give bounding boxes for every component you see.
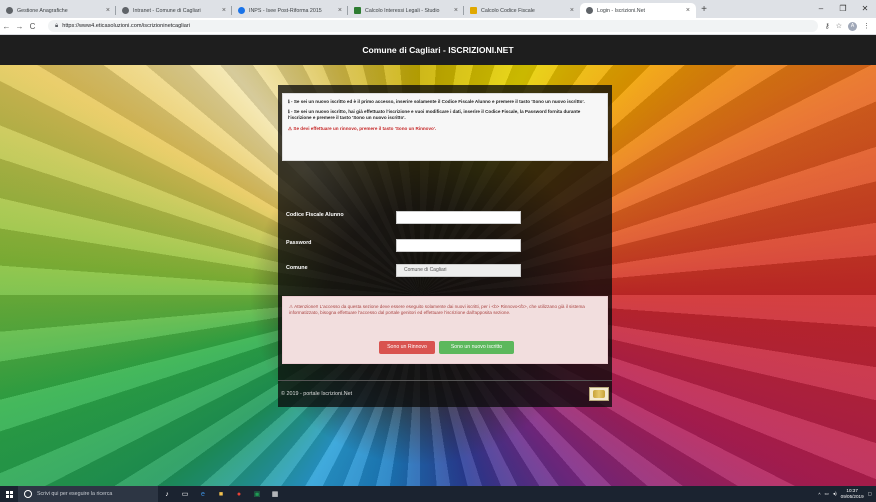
footer-divider [278,380,612,381]
close-tab-icon[interactable]: × [686,7,690,14]
cortana-icon [24,490,32,498]
page-header: Comune di Cagliari - ISCRIZIONI.NET [0,35,876,65]
back-icon[interactable]: ← [0,22,13,31]
volume-icon[interactable]: ◂) [833,491,837,497]
globe-icon [6,7,13,14]
password-label: Password [286,240,312,246]
rinnovo-button[interactable]: Sono un Rinnovo [379,341,435,354]
browser-toolbar: ← → C 🔒︎ https://www4.eticasoluzioni.com… [0,18,876,35]
browser-tab-strip: Gestione Anagrafiche × Intranet - Comune… [0,0,876,18]
web-page: Comune di Cagliari - ISCRIZIONI.NET ℹ - … [0,35,876,486]
close-tab-icon[interactable]: × [570,7,574,14]
codice-fiscale-label: Codice Fiscale Alunno [286,212,344,218]
tab-inps[interactable]: INPS - Isee Post-Riforma 2015 × [232,3,348,18]
globe-icon [586,7,593,14]
maximize-icon[interactable]: ❐ [832,0,854,18]
calculator-icon [354,7,361,14]
minimize-icon[interactable]: – [810,0,832,18]
profile-avatar[interactable]: A [848,21,857,31]
forward-icon[interactable]: → [13,22,26,31]
task-view-icon[interactable]: ▭ [176,490,194,498]
windows-start-icon[interactable] [0,486,18,502]
tab-login-iscrizioni[interactable]: Login - Iscrizioni.Net × [580,3,696,18]
clock-date: 09/05/2019 [840,494,864,499]
reload-icon[interactable]: C [26,22,39,31]
new-student-button[interactable]: Sono un nuovo iscritto [439,341,514,354]
tab-intranet[interactable]: Intranet - Comune di Cagliari × [116,3,232,18]
menu-icon[interactable]: ⋮ [863,22,870,30]
network-icon[interactable]: ▭ [824,491,828,497]
tab-title: Calcolo Interessi Legali - Studio [365,7,440,14]
tab-gestione-anagrafiche[interactable]: Gestione Anagrafiche × [0,3,116,18]
microphone-icon[interactable]: ♪ [158,491,176,498]
inps-icon [238,7,245,14]
taskbar-search[interactable]: Scrivi qui per eseguire la ricerca [18,486,158,502]
codice-fiscale-input[interactable] [396,211,521,224]
password-input[interactable] [396,239,521,252]
tab-title: INPS - Isee Post-Riforma 2015 [249,7,322,14]
file-explorer-icon[interactable]: ■ [212,491,230,498]
tray-chevron-icon[interactable]: ^ [818,492,820,497]
excel-icon[interactable]: ▣ [248,490,266,498]
new-tab-button[interactable]: + [696,3,712,18]
login-panel: ℹ - Se sei un nuovo iscritto ed è il pri… [278,85,612,407]
key-icon[interactable]: ⚷ [825,22,830,30]
close-tab-icon[interactable]: × [454,7,458,14]
info-line-new: ℹ - Se sei un nuovo iscritto ed è il pri… [288,99,585,104]
url-text: https://www4.eticasoluzioni.com/iscrizio… [62,23,190,29]
close-tab-icon[interactable]: × [106,7,110,14]
windows-taskbar: Scrivi qui per eseguire la ricerca ♪ ▭ e… [0,486,876,502]
tab-title: Login - Iscrizioni.Net [597,7,645,14]
alert-text: ⚠ Attenzione!! L'accesso da questa sezio… [289,304,585,316]
tab-title: Calcolo Codice Fiscale [481,7,535,14]
window-controls: – ❐ ✕ [810,0,876,18]
address-bar[interactable]: 🔒︎ https://www4.eticasoluzioni.com/iscri… [48,20,818,32]
comune-crest-logo [589,387,609,401]
close-window-icon[interactable]: ✕ [854,0,876,18]
notifications-icon[interactable]: ▢ [868,491,872,497]
calculator-icon[interactable]: ▦ [266,490,284,498]
comune-label: Comune [286,265,308,271]
tab-title: Intranet - Comune di Cagliari [133,7,201,14]
globe-icon [122,7,129,14]
tab-codice-fiscale[interactable]: Calcolo Codice Fiscale × [464,3,580,18]
info-box: ℹ - Se sei un nuovo iscritto ed è il pri… [282,93,608,161]
close-tab-icon[interactable]: × [222,7,226,14]
clock[interactable]: 10:37 09/05/2019 [841,488,864,499]
chrome-icon[interactable]: ● [230,491,248,498]
star-icon[interactable]: ☆ [836,22,842,30]
tab-calcolo-interessi[interactable]: Calcolo Interessi Legali - Studio × [348,3,464,18]
card-icon [470,7,477,14]
comune-field: Comune di Cagliari [396,264,521,277]
lock-icon: 🔒︎ [55,22,59,29]
close-tab-icon[interactable]: × [338,7,342,14]
system-tray: ^ ▭ ◂) 10:37 09/05/2019 ▢ [818,486,872,502]
search-placeholder: Scrivi qui per eseguire la ricerca [37,491,113,497]
edge-icon[interactable]: e [194,491,212,498]
tab-title: Gestione Anagrafiche [17,7,68,14]
footer-copyright: © 2019 - portale Iscrizioni.Net [281,391,353,397]
info-line-modify: ℹ - Se sei un nuovo iscritto, hai già ef… [288,109,581,121]
info-line-renewal: ⚠ Se devi effettuare un rinnovo, premere… [288,125,437,131]
